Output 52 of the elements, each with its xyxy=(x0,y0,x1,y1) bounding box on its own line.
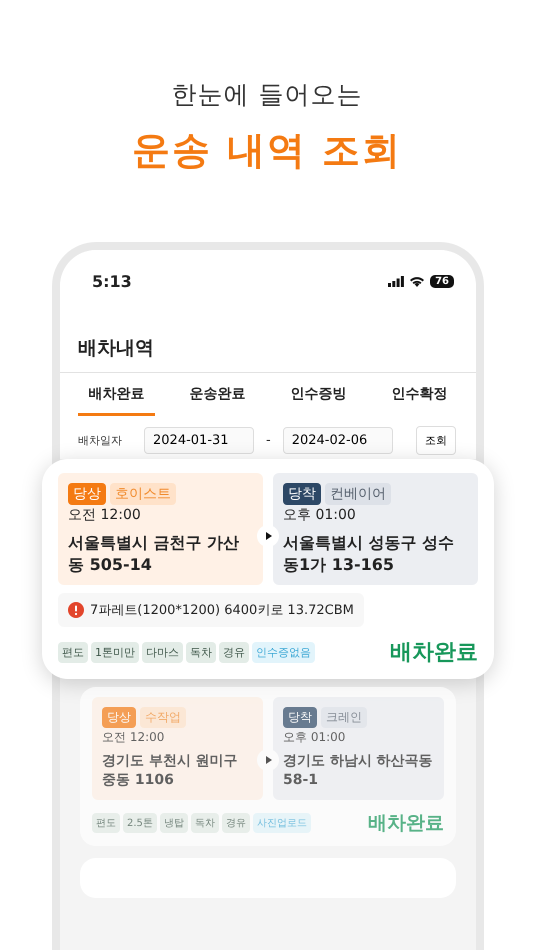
option-tag: 냉탑 xyxy=(160,812,188,833)
cargo-text: 7파레트(1200*1200) 6400키로 13.72CBM xyxy=(90,602,354,620)
option-tag: 1톤미만 xyxy=(91,642,139,663)
address-text: 경기도 하남시 하산곡동 58-1 xyxy=(283,752,434,790)
option-tag: 독차 xyxy=(186,642,216,663)
time-text: 오전 12:00 xyxy=(68,506,142,524)
tab[interactable]: 인수증빙 xyxy=(280,373,357,416)
option-tag: 독차 xyxy=(190,812,219,833)
time-text: 오후 01:00 xyxy=(283,506,357,524)
method-tag: 수작업 xyxy=(140,707,186,728)
option-tag: 편도 xyxy=(92,812,120,833)
tab[interactable]: 운송완료 xyxy=(179,373,256,416)
signal-icon xyxy=(388,276,404,286)
headline-title: 운송 내역 조회 xyxy=(132,127,402,174)
option-tag: 경유 xyxy=(222,812,250,833)
method-tag: 호이스트 xyxy=(110,483,176,505)
filter-label: 배차일자 xyxy=(78,433,123,448)
clock-text: 5:13 xyxy=(92,272,132,290)
address-text: 경기도 부천시 원미구 중동 1106 xyxy=(102,752,239,790)
range-separator: - xyxy=(265,433,272,448)
headline-subtitle: 한눈에 들어오는 xyxy=(172,79,362,111)
option-tag: 2.5톤 xyxy=(123,812,157,833)
stop-badge: 당상 xyxy=(68,483,106,505)
start-date-field[interactable]: 2024-01-31 xyxy=(144,427,254,454)
time-text: 오전 12:00 xyxy=(102,729,166,746)
method-tag: 크레인 xyxy=(321,707,367,728)
page-title: 배차내역 xyxy=(60,298,476,373)
address-text: 서울특별시 금천구 가산동 505-14 xyxy=(68,532,240,576)
play-icon xyxy=(257,525,279,547)
tab[interactable]: 인수확정 xyxy=(381,373,458,416)
address-text: 서울특별시 성동구 성수동1가 13-165 xyxy=(283,532,456,576)
wifi-icon xyxy=(409,275,426,287)
stop-badge: 당착 xyxy=(283,707,317,728)
battery-level: 76 xyxy=(430,274,454,288)
tab[interactable]: 배차완료 xyxy=(78,373,155,416)
stop-badge: 당착 xyxy=(283,483,321,505)
dispatch-card[interactable]: 당상 호이스트 오전 12:00 서울특별시 금천구 가산동 505-14 당착 컨베이어 오후 01:00 서울특별시 성동구 성수동1가 13-165 7파레트(1200*1200) 6400키로 13.72CBM 편도 1톤미만 다마스 독차 경유 인수증없음 배차완료 xyxy=(42,459,494,680)
status-text: 배차완료 xyxy=(390,639,478,668)
method-tag: 컨베이어 xyxy=(325,483,391,505)
option-tag: 경유 xyxy=(219,642,249,663)
status-text: 배차완료 xyxy=(368,810,444,836)
play-icon xyxy=(257,749,279,772)
stop-badge: 당상 xyxy=(102,707,136,728)
option-tag: 다마스 xyxy=(142,642,183,663)
end-date-field[interactable]: 2024-02-06 xyxy=(282,427,393,454)
dispatch-card[interactable]: 당상 수작업 오전 12:00 경기도 부천시 원미구 중동 1106 당착 크레인 오후 01:00 경기도 하남시 하산곡동 58-1 편도 2.5톤 냉탑 독차 경유 사진업로드 배차완료 xyxy=(80,687,456,846)
alert-icon xyxy=(68,602,84,618)
search-button[interactable]: 조회 xyxy=(416,426,456,455)
time-text: 오후 01:00 xyxy=(283,729,346,746)
option-tag: 사진업로드 xyxy=(252,812,311,833)
option-tag: 인수증없음 xyxy=(252,642,315,663)
option-tag: 편도 xyxy=(58,642,88,663)
